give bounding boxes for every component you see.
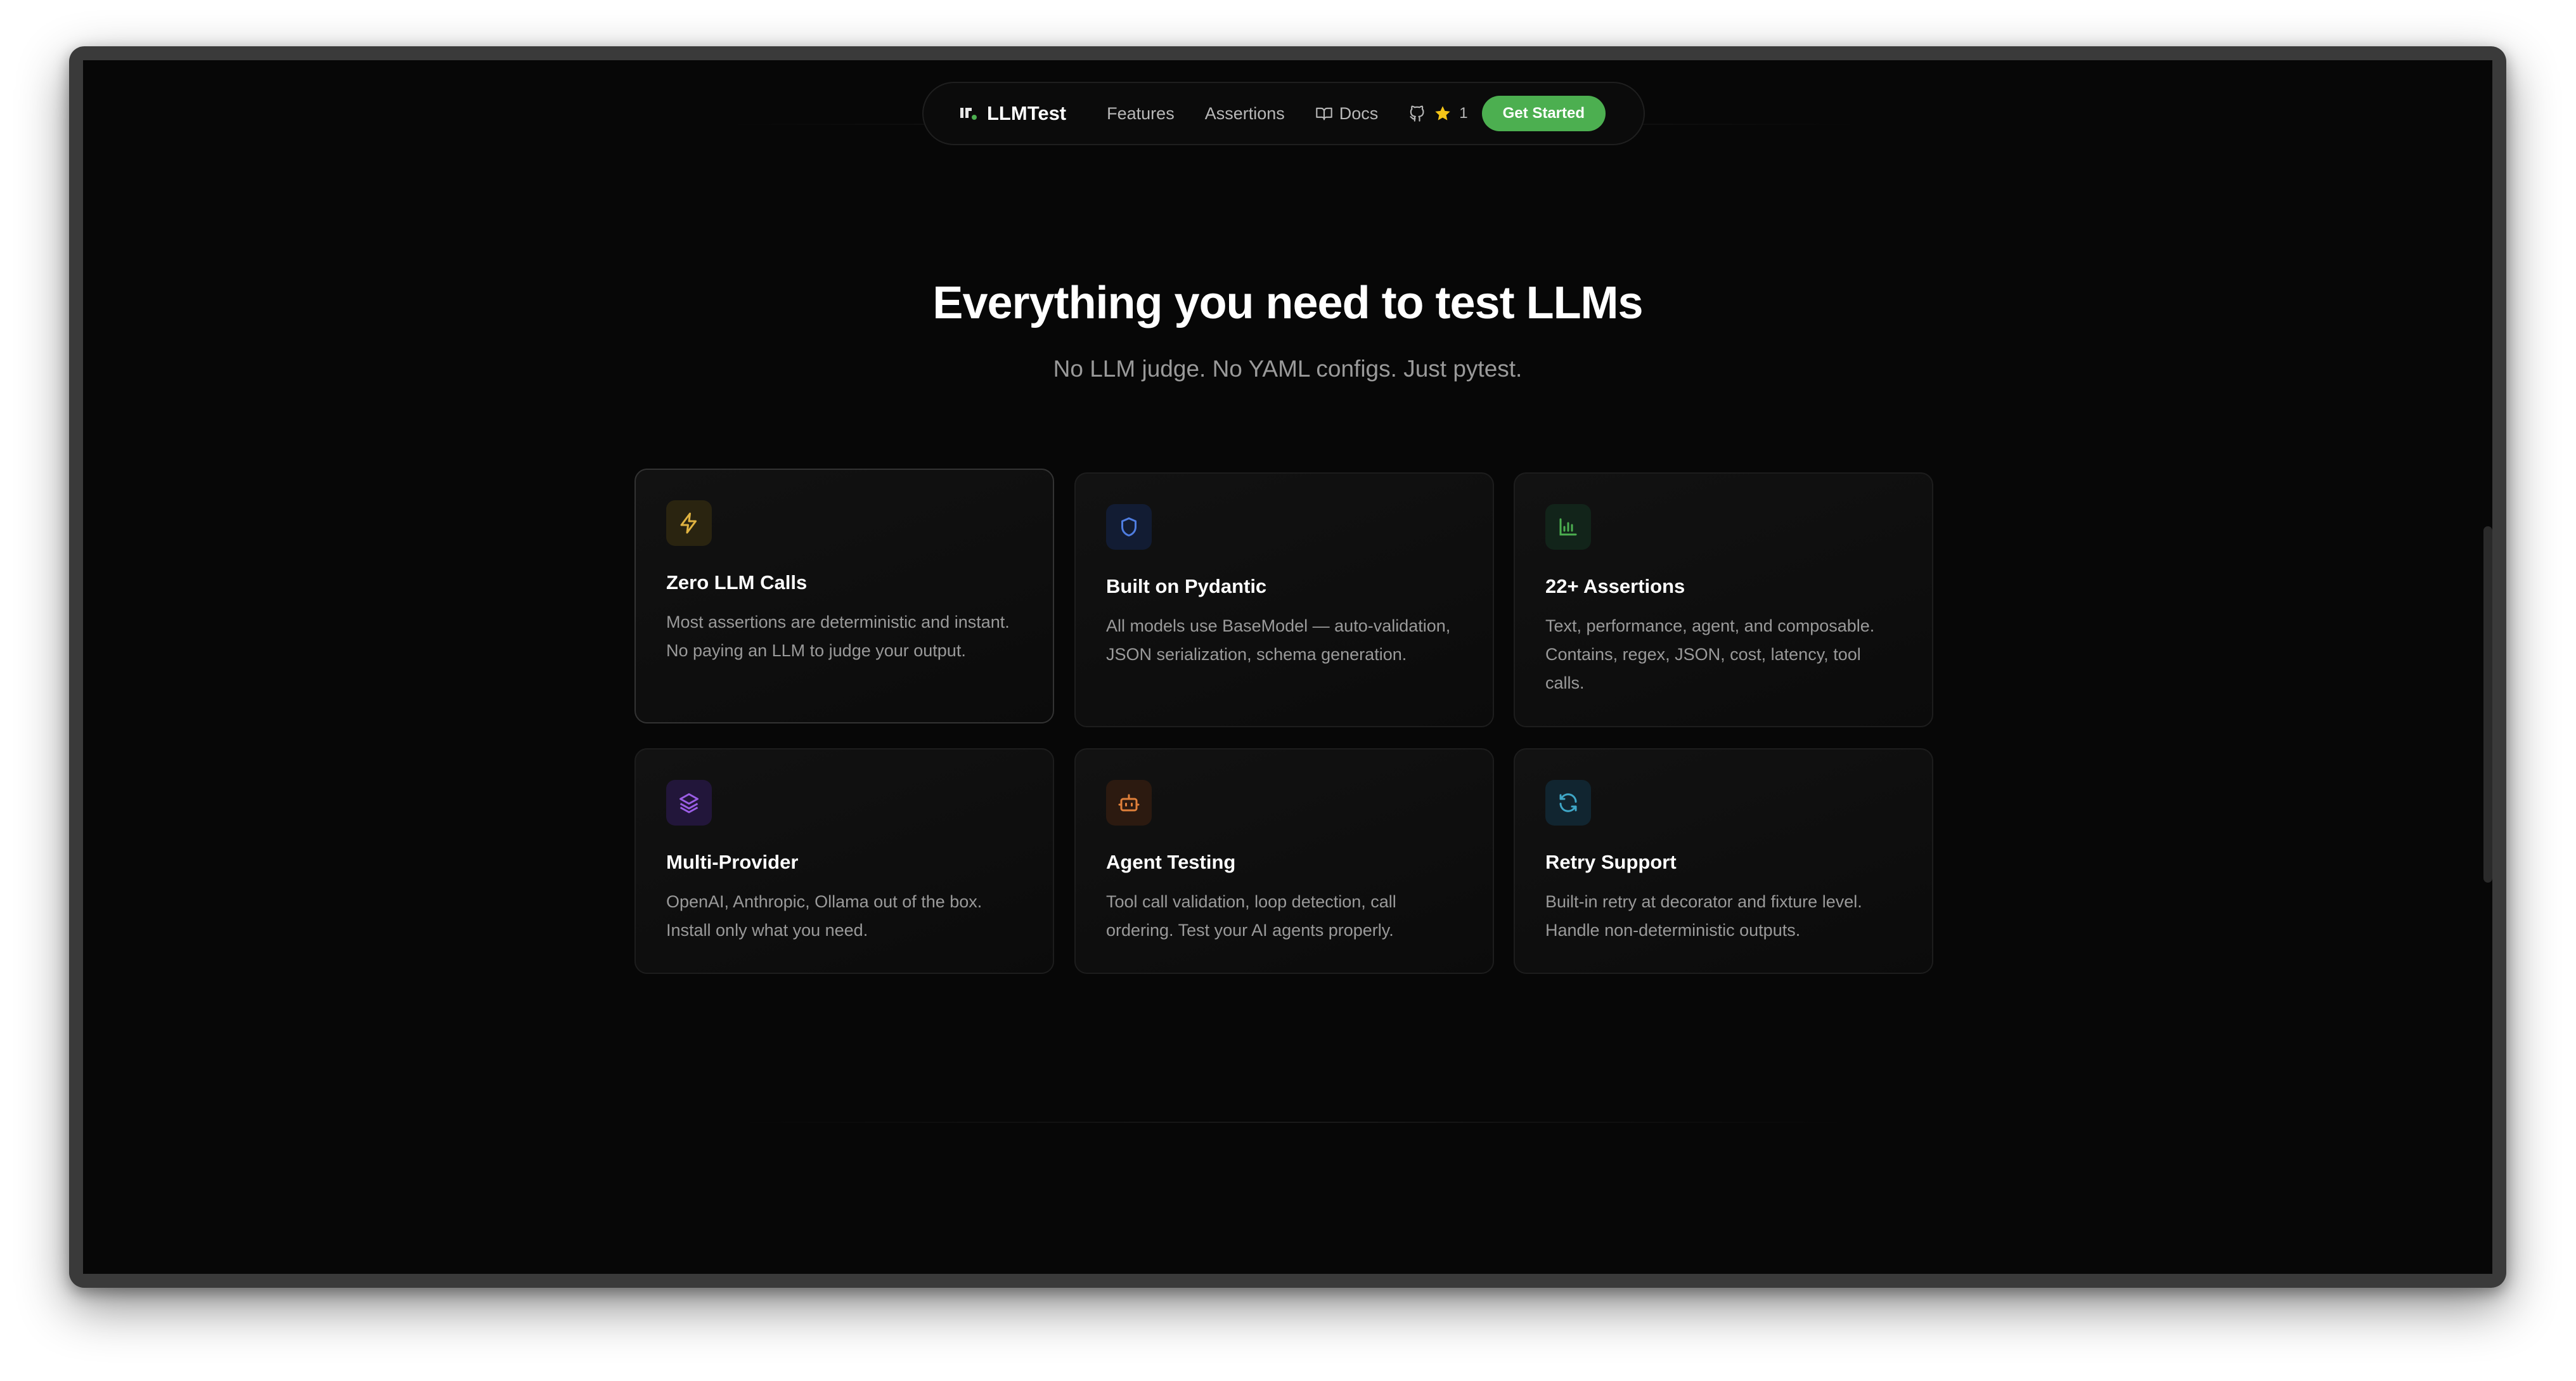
feature-description: Text, performance, agent, and composable…	[1545, 616, 1875, 692]
feature-icon-box	[1545, 780, 1591, 826]
feature-card-multi-provider[interactable]: Multi-Provider OpenAI, Anthropic, Ollama…	[634, 748, 1054, 974]
feature-description: OpenAI, Anthropic, Ollama out of the box…	[666, 892, 982, 940]
refresh-icon	[1559, 793, 1577, 812]
logo-icon	[959, 104, 978, 123]
browser-window: LLMTest Features Assertions Docs 1 Get S…	[69, 46, 2506, 1288]
section-divider	[736, 1122, 1852, 1123]
github-icon	[1410, 105, 1424, 122]
nav-link-assertions[interactable]: Assertions	[1205, 104, 1285, 124]
feature-card-agent-testing[interactable]: Agent Testing Tool call validation, loop…	[1074, 748, 1494, 974]
feature-card-zero-llm-calls[interactable]: Zero LLM Calls Most assertions are deter…	[634, 469, 1054, 723]
page-subtitle: No LLM judge. No YAML configs. Just pyte…	[1053, 356, 1523, 382]
feature-card-retry-support[interactable]: Retry Support Built-in retry at decorato…	[1514, 748, 1933, 974]
feature-card-assertions[interactable]: 22+ Assertions Text, performance, agent,…	[1514, 472, 1933, 727]
feature-icon-box	[1545, 504, 1591, 550]
brand-name: LLMTest	[987, 102, 1067, 124]
feature-description: All models use BaseModel — auto-validati…	[1106, 616, 1451, 664]
shield-icon	[1121, 517, 1137, 536]
feature-title: Agent Testing	[1106, 851, 1236, 873]
nav-link-docs-label: Docs	[1339, 103, 1379, 123]
scrollbar-thumb[interactable]	[2483, 526, 2492, 883]
feature-title: 22+ Assertions	[1545, 575, 1685, 597]
feature-card-built-on-pydantic[interactable]: Built on Pydantic All models use BaseMod…	[1074, 472, 1494, 727]
feature-icon-box	[1106, 780, 1152, 826]
feature-icon-box	[666, 780, 712, 826]
book-icon	[1316, 107, 1332, 120]
github-star-count: 1	[1459, 105, 1468, 122]
feature-title: Multi-Provider	[666, 851, 799, 873]
feature-title: Zero LLM Calls	[666, 571, 808, 593]
feature-description: Built-in retry at decorator and fixture …	[1545, 892, 1862, 940]
bot-icon	[1118, 794, 1140, 812]
feature-description: Tool call validation, loop detection, ca…	[1106, 892, 1396, 940]
nav-link-docs[interactable]: Docs	[1315, 103, 1379, 124]
layers-icon	[679, 793, 699, 814]
feature-icon-box	[1106, 504, 1152, 550]
feature-description: Most assertions are deterministic and in…	[666, 613, 1010, 660]
lightning-icon	[680, 512, 697, 534]
brand-logo[interactable]: LLMTest	[959, 102, 1066, 125]
nav-link-features[interactable]: Features	[1107, 104, 1175, 124]
bar-chart-icon	[1559, 518, 1577, 536]
get-started-button[interactable]: Get Started	[1481, 96, 1606, 131]
top-nav: LLMTest Features Assertions Docs 1 Get S…	[922, 82, 1645, 145]
page-viewport: LLMTest Features Assertions Docs 1 Get S…	[83, 60, 2492, 1274]
github-stars-link[interactable]: 1	[1408, 105, 1468, 122]
feature-title: Built on Pydantic	[1106, 575, 1267, 597]
page-title: Everything you need to test LLMs	[932, 278, 1643, 328]
feature-title: Retry Support	[1545, 851, 1677, 873]
feature-icon-box	[666, 500, 712, 546]
star-icon	[1435, 106, 1450, 120]
